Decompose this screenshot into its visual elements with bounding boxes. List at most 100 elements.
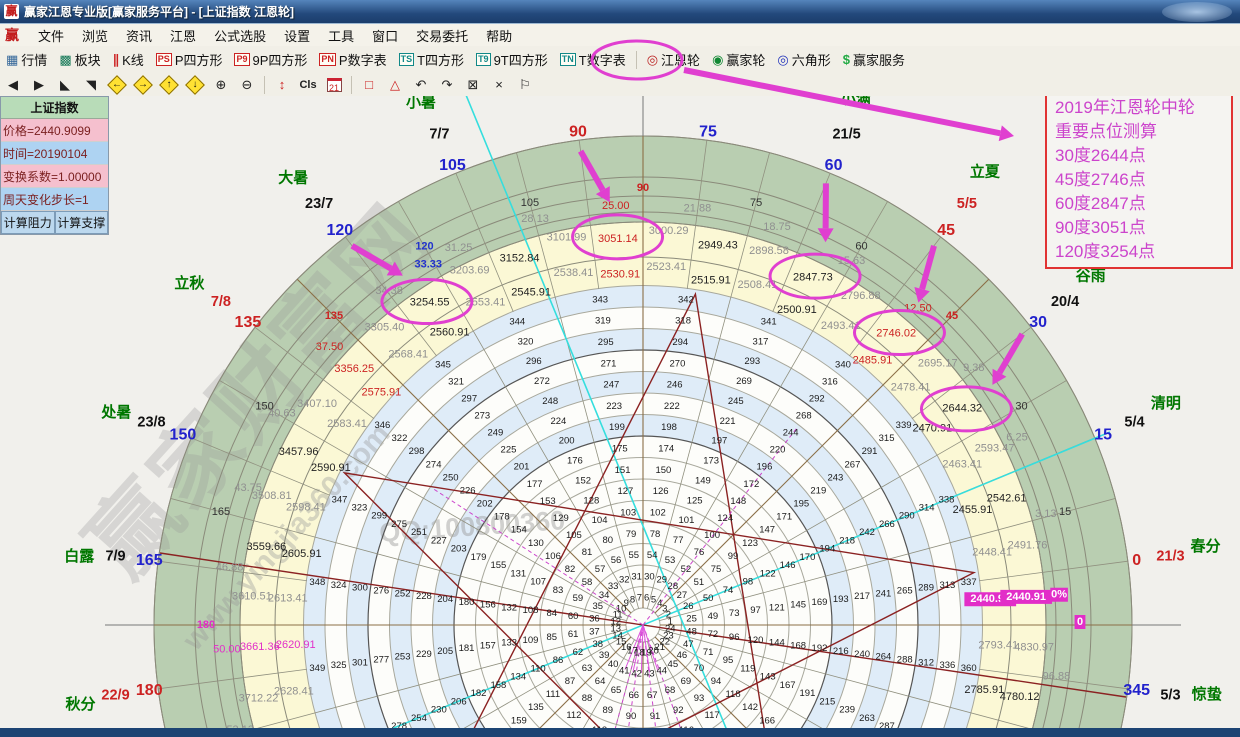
svg-text:145: 145 (790, 600, 806, 611)
pan-down-button[interactable]: ↓ (182, 75, 208, 94)
toolbar-button-9T四方形[interactable]: T99T四方形 (471, 48, 553, 71)
prev-button[interactable]: ◀ (0, 75, 26, 94)
svg-text:270: 270 (670, 358, 686, 369)
flag-tool-button[interactable]: ⚐ (512, 75, 538, 94)
menu-item-5[interactable]: 设置 (275, 24, 319, 47)
svg-text:201: 201 (514, 462, 530, 473)
pan-right-icon: → (138, 79, 148, 90)
svg-text:240: 240 (854, 649, 870, 660)
svg-text:79: 79 (626, 529, 637, 540)
svg-text:44: 44 (656, 665, 667, 676)
svg-text:290: 290 (899, 511, 915, 522)
svg-text:3457.96: 3457.96 (279, 446, 319, 458)
svg-text:2575.91: 2575.91 (361, 387, 401, 399)
svg-text:2538.41: 2538.41 (554, 267, 594, 279)
menu-item-7[interactable]: 窗口 (363, 24, 407, 47)
gann-wheel-canvas[interactable]: 赢家财富网www.yingjia360.comQQ:10080036012345… (0, 96, 1240, 728)
cross-tool-button[interactable]: × (486, 75, 512, 94)
toolbar-button-江恩轮[interactable]: ◎江恩轮 (642, 48, 705, 71)
menu-item-1[interactable]: 浏览 (73, 24, 117, 47)
title-bar: 赢 赢家江恩专业版[赢家服务平台] - [上证指数 江恩轮] (0, 0, 1240, 24)
coefficient-row: 变换系数=1.00000 (1, 165, 108, 188)
rect-tool-button[interactable]: □ (356, 75, 382, 94)
zoom-in-button[interactable]: ⊕ (208, 75, 234, 94)
kline-icon: ∥ (113, 52, 120, 68)
svg-text:180: 180 (197, 619, 215, 631)
menu-item-6[interactable]: 工具 (319, 24, 363, 47)
rotate-left-button[interactable]: ◣ (52, 75, 78, 94)
svg-text:135: 135 (235, 314, 262, 331)
toolbar-button-赢家服务[interactable]: $赢家服务 (838, 48, 910, 71)
pan-right-button[interactable]: → (130, 75, 156, 94)
window-controls-area[interactable] (1162, 2, 1232, 22)
calendar-21-button[interactable]: 21 (321, 75, 347, 94)
svg-text:230: 230 (431, 705, 447, 716)
svg-text:223: 223 (606, 401, 622, 412)
svg-text:大暑: 大暑 (278, 168, 308, 186)
svg-text:72: 72 (708, 629, 719, 640)
toolbar-button-T四方形[interactable]: TST四方形 (394, 48, 469, 71)
svg-text:3407.10: 3407.10 (297, 398, 337, 410)
svg-text:123: 123 (742, 538, 758, 549)
menu-item-2[interactable]: 资讯 (117, 24, 161, 47)
svg-text:60: 60 (855, 241, 867, 253)
svg-text:318: 318 (675, 316, 691, 327)
pan-left-button[interactable]: ← (104, 75, 130, 94)
svg-text:2455.91: 2455.91 (953, 504, 993, 516)
toolbar-button-六角形[interactable]: ◎六角形 (772, 48, 835, 71)
svg-text:80: 80 (603, 535, 614, 546)
rotate-cw-button[interactable]: ↷ (434, 75, 460, 94)
svg-text:144: 144 (769, 638, 785, 649)
toolbar-button-K线[interactable]: ∥K线 (108, 48, 149, 71)
menu-item-8[interactable]: 交易委托 (407, 24, 477, 47)
svg-text:45: 45 (937, 222, 955, 239)
svg-text:128: 128 (583, 495, 599, 506)
toolbar-button-P数字表[interactable]: PNP数字表 (314, 48, 391, 71)
svg-text:64: 64 (595, 676, 606, 687)
svg-text:35: 35 (592, 601, 603, 612)
toolbar-button-9P四方形[interactable]: P99P四方形 (229, 48, 312, 71)
toolbar-button-行情[interactable]: ▦行情 (1, 48, 52, 71)
svg-text:98: 98 (743, 577, 754, 588)
next-button[interactable]: ▶ (26, 75, 52, 94)
rotate-ccw-button[interactable]: ↶ (408, 75, 434, 94)
calendar-icon: 21 (327, 78, 342, 92)
cls-button[interactable]: Cls (295, 75, 321, 94)
svg-text:220: 220 (770, 445, 786, 456)
menu-item-3[interactable]: 江恩 (161, 24, 205, 47)
winner-wheel-icon: ◉ (712, 52, 723, 68)
svg-text:345: 345 (435, 359, 451, 370)
svg-text:149: 149 (695, 475, 711, 486)
svg-text:0: 0 (1077, 616, 1083, 628)
toolbar-button-label: T数字表 (579, 50, 626, 69)
svg-text:2796.88: 2796.88 (841, 290, 881, 302)
calc-support-button[interactable]: 计算支撑 (55, 211, 109, 234)
menu-item-9[interactable]: 帮助 (477, 24, 521, 47)
rotate-right-button[interactable]: ◥ (78, 75, 104, 94)
toolbar-button-T数字表[interactable]: TNT数字表 (555, 48, 631, 71)
toolbar-button-label: K线 (122, 50, 144, 69)
svg-text:91: 91 (650, 711, 661, 722)
toolbar-button-P四方形[interactable]: PSP四方形 (151, 48, 228, 71)
svg-text:289: 289 (918, 583, 934, 594)
quote-grid-icon: ▦ (6, 52, 18, 68)
svg-text:246: 246 (667, 380, 683, 391)
svg-text:6.25: 6.25 (1006, 432, 1027, 444)
menu-item-0[interactable]: 文件 (29, 24, 73, 47)
svg-text:194: 194 (819, 544, 835, 555)
updown-scale-button[interactable]: ↕ (269, 75, 295, 94)
delete-box-button[interactable]: ⊠ (460, 75, 486, 94)
svg-text:78: 78 (650, 529, 661, 540)
zoom-out-button[interactable]: ⊖ (234, 75, 260, 94)
svg-text:31.25: 31.25 (445, 242, 473, 254)
toolbar-button-赢家轮[interactable]: ◉赢家轮 (707, 48, 770, 71)
triangle-tool-button[interactable]: △ (382, 75, 408, 94)
svg-text:168: 168 (790, 640, 806, 651)
svg-text:166: 166 (759, 715, 775, 726)
svg-text:239: 239 (839, 705, 855, 716)
pan-up-button[interactable]: ↑ (156, 75, 182, 94)
toolbar-button-板块[interactable]: ▩板块 (54, 48, 105, 71)
calc-resistance-button[interactable]: 计算阻力 (1, 211, 55, 234)
svg-text:4: 4 (657, 598, 662, 609)
menu-item-4[interactable]: 公式选股 (205, 24, 275, 47)
